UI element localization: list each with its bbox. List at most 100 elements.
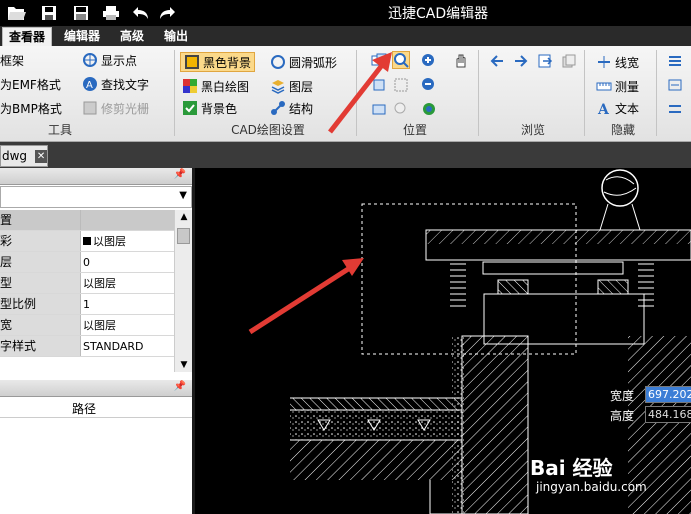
group-label-browse: 浏览 — [520, 123, 545, 137]
export-emf-label: 为EMF格式 — [0, 77, 61, 92]
arrow-left-icon[interactable] — [488, 52, 506, 70]
ribbon-separator — [656, 50, 657, 136]
frame-button[interactable]: 框架 — [0, 50, 24, 70]
find-text-button[interactable]: A 查找文字 — [82, 74, 149, 94]
tab-advanced[interactable]: 高级 — [114, 27, 150, 46]
document-tab[interactable]: dwg ✕ — [0, 145, 48, 167]
height-input[interactable]: 484.1681 — [645, 406, 691, 423]
close-icon[interactable]: ✕ — [35, 149, 47, 163]
property-key: 型比例 — [0, 294, 81, 314]
more-tools-icon[interactable] — [666, 52, 684, 70]
property-row[interactable]: 彩以图层 — [0, 231, 174, 252]
property-row[interactable]: 层0 — [0, 252, 174, 273]
pin-icon[interactable]: 📌 — [174, 169, 186, 180]
zoom-extents-icon[interactable] — [392, 51, 410, 69]
property-key: 置 — [0, 210, 81, 230]
property-value[interactable]: 以图层 — [81, 273, 174, 293]
fit-page-icon[interactable] — [392, 76, 410, 94]
scrollbar-thumb[interactable] — [177, 228, 190, 244]
zoom-in-icon[interactable] — [420, 52, 438, 70]
black-background-button[interactable]: 黑色背景 — [180, 52, 256, 72]
structure-button[interactable]: 结构 — [270, 98, 313, 118]
export-page-icon[interactable] — [536, 52, 554, 70]
trim-raster-button[interactable]: 修剪光栅 — [82, 98, 149, 118]
property-value[interactable]: 以图层 — [81, 231, 174, 251]
layers-icon — [270, 78, 286, 94]
zoom-center-icon[interactable] — [370, 100, 388, 118]
smooth-arc-button[interactable]: 圆滑弧形 — [270, 52, 337, 72]
property-row[interactable]: 字样式 STANDARD — [0, 336, 174, 357]
zoom-out-icon[interactable] — [420, 76, 438, 94]
property-value[interactable]: STANDARD — [81, 336, 174, 356]
more-tools-icon[interactable] — [666, 100, 684, 118]
width-input[interactable]: 697.2020 — [645, 386, 691, 403]
height-label: 高度 — [610, 409, 635, 423]
cad-drawing — [290, 169, 691, 514]
line-width-icon — [596, 54, 612, 70]
show-points-button[interactable]: 显示点 — [82, 50, 137, 70]
more-tools-icon[interactable] — [666, 76, 684, 94]
scroll-down-icon[interactable]: ▼ — [175, 358, 193, 372]
structure-label: 结构 — [289, 101, 314, 116]
ribbon-tab-bar: 查看器 编辑器 高级 输出 — [0, 26, 691, 46]
path-column-label: 路径 — [72, 402, 97, 416]
save-as-icon[interactable] — [70, 2, 92, 24]
text-label: 文本 — [615, 101, 640, 116]
black-white-drawing-button[interactable]: 黑白绘图 — [182, 76, 249, 96]
tab-viewer[interactable]: 查看器 — [2, 27, 53, 46]
property-key: 宽 — [0, 315, 81, 335]
drawing-canvas[interactable]: 宽度 697.2020 高度 484.1681 — [198, 168, 691, 514]
copy-page-icon[interactable] — [560, 52, 578, 70]
export-bmp-button[interactable]: 为BMP格式 — [0, 98, 62, 118]
export-bmp-label: 为BMP格式 — [0, 101, 62, 116]
arrow-right-icon[interactable] — [512, 52, 530, 70]
path-column-header: 路径 — [0, 398, 192, 418]
property-row[interactable]: 型以图层 — [0, 273, 174, 294]
title-bar: 迅捷CAD编辑器 — [0, 0, 691, 26]
real-time-zoom-icon[interactable] — [392, 100, 410, 118]
pan-hand-icon[interactable] — [452, 52, 470, 70]
property-key: 彩 — [0, 231, 81, 251]
trim-raster-icon — [82, 100, 98, 116]
scroll-up-icon[interactable]: ▲ — [175, 210, 193, 224]
print-icon[interactable] — [100, 2, 122, 24]
group-label-position: 位置 — [402, 123, 427, 137]
document-tab-name: dwg — [2, 149, 28, 163]
property-value-text: 以图层 — [93, 235, 126, 248]
undo-icon[interactable] — [130, 2, 152, 24]
ribbon-separator — [584, 50, 585, 136]
save-icon[interactable] — [38, 2, 60, 24]
zoom-window-icon[interactable] — [370, 52, 388, 70]
path-panel-header: 📌 — [0, 380, 192, 397]
entity-select[interactable]: ▼ — [0, 186, 192, 208]
text-button[interactable]: A 文本 — [596, 98, 640, 119]
tab-editor[interactable]: 编辑器 — [58, 27, 106, 46]
properties-scrollbar[interactable]: ▲ ▼ — [174, 210, 192, 372]
open-folder-icon[interactable] — [6, 2, 28, 24]
find-text-icon: A — [82, 76, 98, 92]
view-3d-icon[interactable] — [420, 100, 438, 118]
property-row: 置 — [0, 210, 174, 231]
property-value[interactable]: 以图层 — [81, 315, 174, 335]
layers-button[interactable]: 图层 — [270, 76, 313, 96]
structure-icon — [270, 100, 286, 116]
pin-icon[interactable]: 📌 — [174, 381, 186, 392]
property-value — [81, 210, 174, 230]
property-row[interactable]: 宽以图层 — [0, 315, 174, 336]
baidu-watermark-url: jingyan.baidu.com — [536, 480, 647, 494]
zoom-previous-icon[interactable] — [370, 76, 388, 94]
export-emf-button[interactable]: 为EMF格式 — [0, 74, 61, 94]
background-color-button[interactable]: 背景色 — [182, 98, 237, 118]
line-width-button[interactable]: 线宽 — [596, 52, 639, 72]
property-row[interactable]: 型比例 1 — [0, 294, 174, 315]
width-label: 宽度 — [610, 389, 635, 403]
ribbon-separator — [356, 50, 357, 136]
measure-button[interactable]: 测量 — [596, 76, 639, 96]
smooth-arc-icon — [270, 54, 286, 70]
tab-output[interactable]: 输出 — [158, 27, 194, 46]
property-value[interactable]: 0 — [81, 252, 174, 272]
redo-icon[interactable] — [156, 2, 178, 24]
measure-icon — [596, 78, 612, 94]
app-title: 迅捷CAD编辑器 — [388, 6, 489, 22]
property-value[interactable]: 1 — [81, 294, 174, 314]
